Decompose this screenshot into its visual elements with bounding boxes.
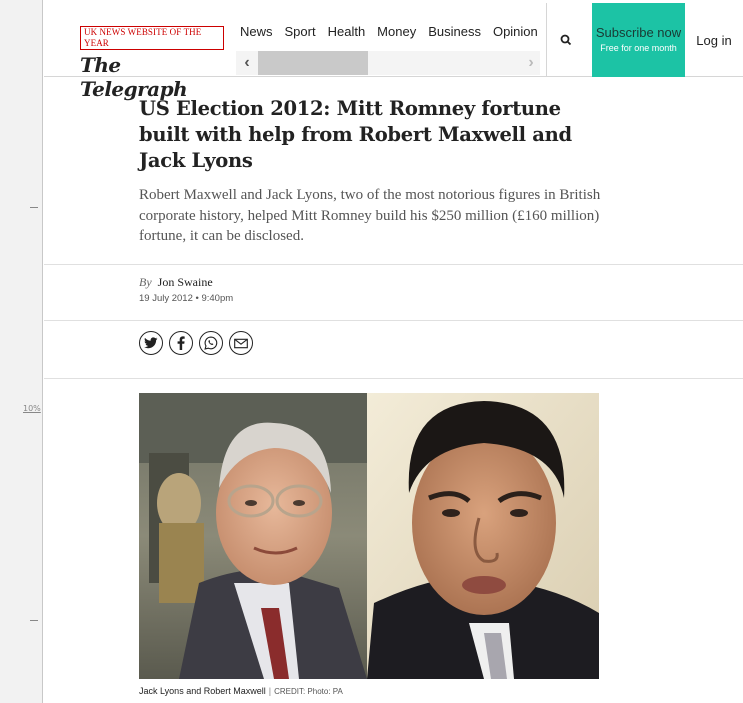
- lyons-maxwell-photo: [139, 393, 599, 679]
- site-header: UK NEWS WEBSITE OF THE YEAR The Telegrap…: [44, 0, 743, 101]
- nav-item-sport[interactable]: Sport: [279, 18, 322, 46]
- author-link[interactable]: Jon Swaine: [158, 275, 213, 289]
- article-headline: US Election 2012: Mitt Romney fortune bu…: [139, 97, 572, 172]
- facebook-icon: [177, 336, 185, 350]
- scroll-left-icon[interactable]: ‹: [236, 51, 258, 75]
- divider: [44, 378, 743, 379]
- print-ruler: 10%: [0, 0, 43, 703]
- scrollbar-thumb[interactable]: [258, 51, 368, 75]
- zoom-label: 10%: [23, 404, 41, 413]
- article-photo: [139, 393, 599, 679]
- share-buttons: [139, 331, 253, 355]
- ruler-tick: [30, 207, 38, 208]
- whatsapp-icon: [204, 336, 218, 350]
- share-email-button[interactable]: [229, 331, 253, 355]
- divider: [44, 264, 743, 265]
- subscribe-label: Subscribe now: [595, 25, 682, 40]
- byline: By Jon Swaine: [139, 275, 213, 290]
- publish-date: 19 July 2012 • 9:40pm: [139, 293, 234, 304]
- photo-caption: Jack Lyons and Robert Maxwell | CREDIT: Ph…: [139, 686, 343, 696]
- twitter-icon: [144, 337, 158, 349]
- article-standfirst: Robert Maxwell and Jack Lyons, two of th…: [139, 187, 601, 244]
- ruler-tick: [30, 620, 38, 621]
- login-link[interactable]: Log in: [685, 3, 743, 77]
- subscribe-button[interactable]: Subscribe now Free for one month: [592, 3, 685, 77]
- telegraph-logo: The Telegraph: [80, 53, 188, 101]
- article-page: UK NEWS WEBSITE OF THE YEAR The Telegrap…: [44, 0, 743, 703]
- nav-item-money[interactable]: Money: [371, 18, 422, 46]
- nav-item-business[interactable]: Business: [422, 18, 487, 46]
- nav-item-opinion[interactable]: Opinion: [487, 18, 544, 46]
- divider: [44, 320, 743, 321]
- share-whatsapp-button[interactable]: [199, 331, 223, 355]
- award-badge: UK NEWS WEBSITE OF THE YEAR: [80, 26, 224, 50]
- subscribe-sublabel: Free for one month: [600, 43, 677, 53]
- nav-item-news[interactable]: News: [234, 18, 279, 46]
- nav-scrollbar[interactable]: ‹ ›: [236, 51, 540, 75]
- nav-item-health[interactable]: Health: [322, 18, 372, 46]
- photo-credit: CREDIT: Photo: PA: [274, 687, 343, 696]
- main-nav: News Sport Health Money Business Opinion: [234, 18, 544, 46]
- caption-text: Jack Lyons and Robert Maxwell: [139, 686, 266, 696]
- telegraph-logo-link[interactable]: UK NEWS WEBSITE OF THE YEAR The Telegrap…: [80, 26, 224, 101]
- search-button[interactable]: [546, 3, 584, 77]
- byline-prefix: By: [139, 275, 152, 289]
- search-icon: [560, 34, 571, 46]
- scroll-right-icon[interactable]: ›: [522, 51, 540, 75]
- share-facebook-button[interactable]: [169, 331, 193, 355]
- share-twitter-button[interactable]: [139, 331, 163, 355]
- email-icon: [234, 338, 248, 348]
- caption-separator: |: [268, 686, 272, 696]
